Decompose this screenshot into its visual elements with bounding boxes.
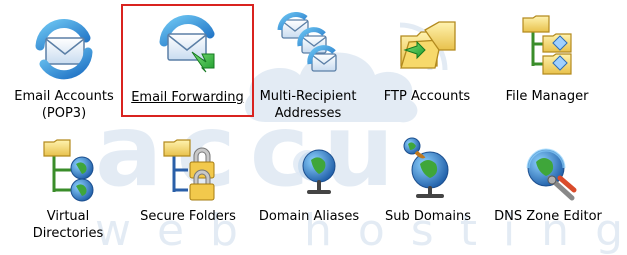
tile-label-line2: Addresses: [274, 106, 342, 121]
tile-label: Virtual Directories: [8, 208, 128, 242]
tile-dns-zone-editor[interactable]: DNS Zone Editor: [486, 132, 610, 248]
tile-label-line1: FTP Accounts: [383, 89, 471, 104]
tile-label-line1: Email Accounts: [14, 89, 114, 104]
tile-label-line2: (POP3): [41, 106, 87, 121]
tile-label: Email Accounts (POP3): [4, 88, 124, 122]
tile-email-forwarding[interactable]: Email Forwarding: [121, 4, 254, 117]
tile-label: FTP Accounts: [372, 88, 482, 105]
tile-virtual-directories[interactable]: Virtual Directories: [8, 132, 128, 248]
tile-label: File Manager: [492, 88, 602, 105]
tile-label-line1: Multi-Recipient: [259, 89, 357, 104]
tools-grid: Email Accounts (POP3) Email Forwarding M…: [0, 0, 627, 255]
tile-label-line1: Domain Aliases: [258, 209, 360, 224]
domain-aliases-icon: [293, 149, 336, 194]
tile-label-line1: Sub Domains: [384, 209, 472, 224]
tile-label: Sub Domains: [374, 208, 482, 225]
tile-label: Email Forwarding: [123, 89, 252, 106]
ftp-accounts-icon: [400, 21, 456, 69]
tile-label: Secure Folders: [130, 208, 246, 225]
tile-multi-recipient-addresses[interactable]: Multi-Recipient Addresses: [254, 6, 362, 122]
tile-label: DNS Zone Editor: [486, 208, 610, 225]
tile-file-manager[interactable]: File Manager: [492, 6, 602, 122]
tile-label-line1: Virtual: [46, 209, 90, 224]
file-manager-icon: [522, 15, 572, 75]
email-forwarding-icon: [159, 14, 214, 73]
tile-label-line1: Secure Folders: [140, 209, 236, 224]
tile-label-line1: File Manager: [505, 89, 589, 104]
tile-label-line1: DNS Zone Editor: [494, 209, 602, 224]
secure-folders-icon: [163, 139, 215, 201]
tile-label: Multi-Recipient Addresses: [254, 88, 362, 122]
tile-email-accounts[interactable]: Email Accounts (POP3): [4, 6, 124, 122]
tile-domain-aliases[interactable]: Domain Aliases: [254, 132, 364, 248]
tile-secure-folders[interactable]: Secure Folders: [130, 132, 246, 248]
virtual-directories-icon: [43, 139, 94, 202]
tile-label-line2: Directories: [32, 226, 104, 241]
sub-domains-icon: [403, 137, 449, 198]
multi-recipient-icon: [277, 12, 337, 72]
email-accounts-icon: [35, 18, 93, 80]
tile-ftp-accounts[interactable]: FTP Accounts: [372, 6, 482, 122]
tile-label-line1: Email Forwarding: [131, 90, 244, 105]
tile-label: Domain Aliases: [254, 208, 364, 225]
tile-sub-domains[interactable]: Sub Domains: [374, 132, 482, 248]
dns-zone-editor-icon: [526, 148, 577, 201]
